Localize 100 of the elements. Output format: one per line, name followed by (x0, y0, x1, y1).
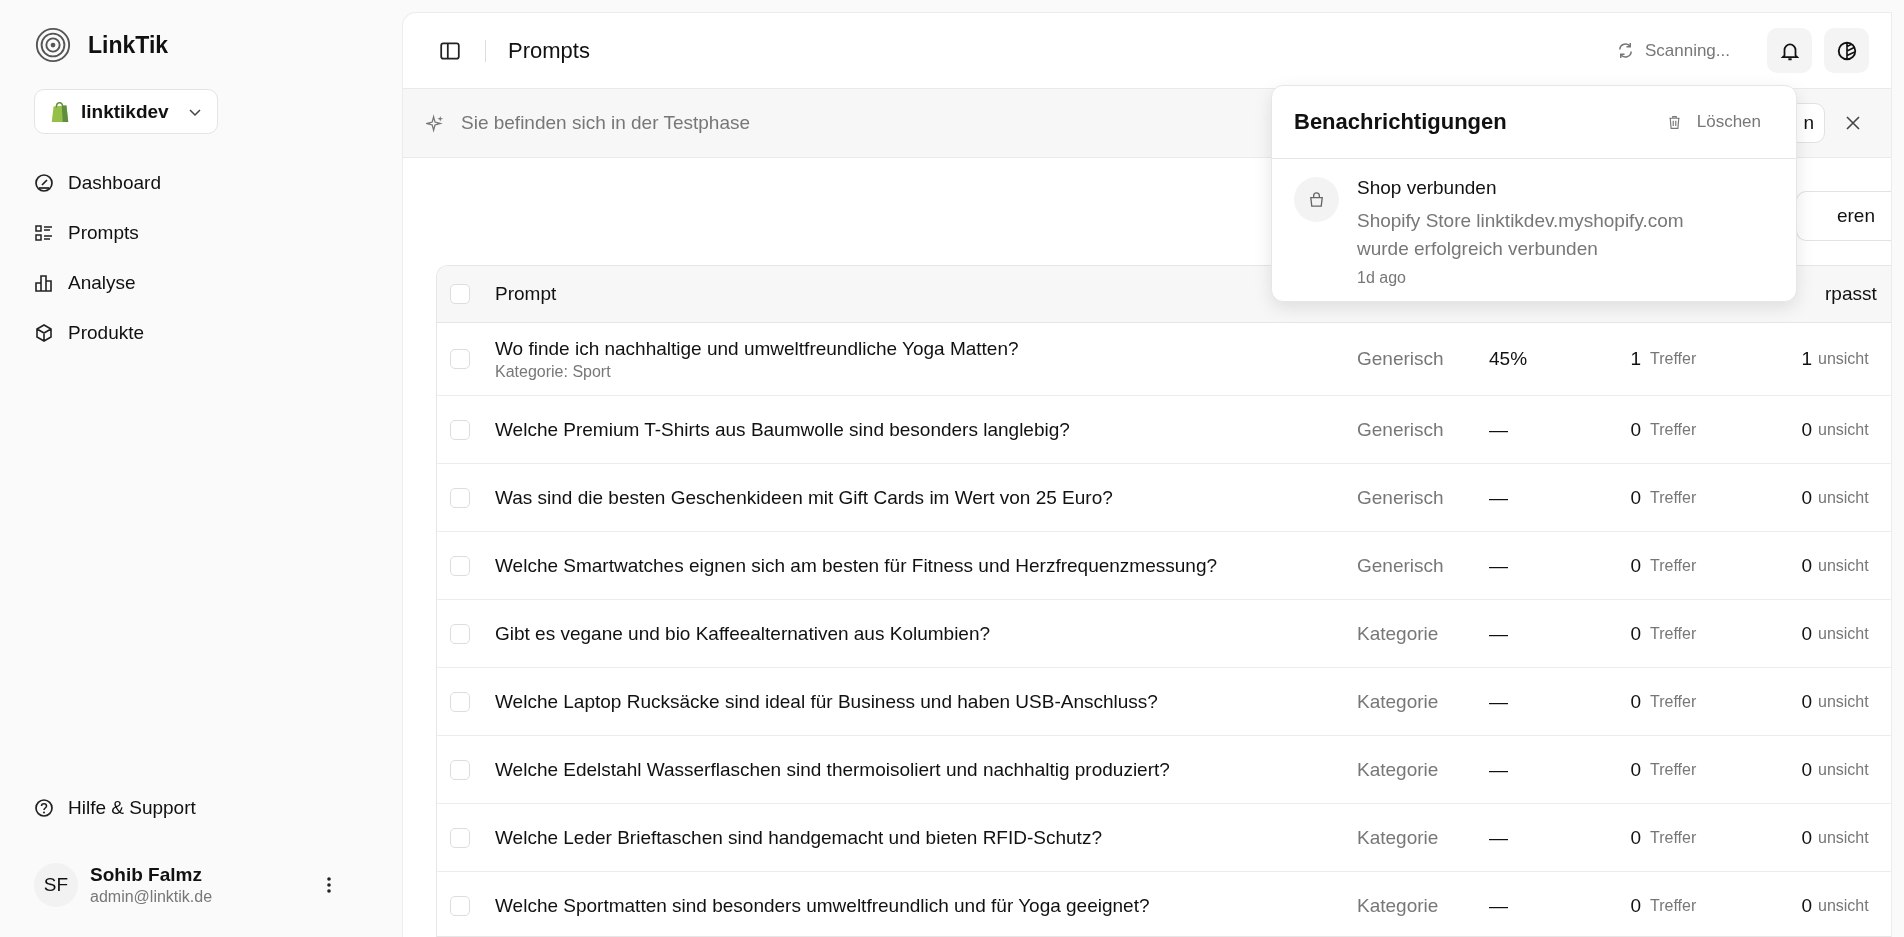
column-header[interactable]: Prompt (495, 283, 557, 305)
prompt-text: Welche Smartwatches eignen sich am besten für Fitness und Herzfrequenzmessung? (495, 554, 1218, 577)
score-cell-text: — (1489, 554, 1509, 577)
prompt-text: Welche Leder Brieftaschen sind handgemacht und bieten RFID-Schutz? (495, 826, 1103, 849)
missed-count: 1 (1800, 348, 1812, 370)
logo-icon (34, 26, 72, 64)
missed-count: 0 (1800, 622, 1812, 645)
missed-label: unsicht (1818, 692, 1869, 711)
bar-chart-icon (34, 273, 54, 293)
row-checkbox[interactable] (450, 691, 470, 712)
score-cell-text: — (1489, 622, 1509, 645)
missed-count: 0 (1800, 554, 1812, 577)
user-email: admin@linktik.de (90, 888, 214, 906)
type-cell-text: Kategorie (1357, 622, 1440, 645)
score-cell-text: — (1489, 418, 1509, 441)
hits-count: 0 (1629, 690, 1641, 713)
popover-title: Benachrichtigungen (1294, 109, 1507, 135)
missed-label: unsicht (1818, 828, 1869, 847)
hits-count: 0 (1629, 758, 1641, 781)
hits-count: 0 (1629, 418, 1641, 441)
type-cell-text: Generisch (1357, 348, 1445, 370)
action-button[interactable]: eren (1795, 191, 1891, 241)
type-cell-text: Generisch (1357, 486, 1445, 509)
type-cell-text: Kategorie (1357, 894, 1440, 917)
missed-label: unsicht (1818, 350, 1869, 368)
help-link[interactable]: Hilfe & Support (34, 783, 366, 833)
brand-name: LinkTik (88, 31, 169, 59)
prompt-text: Gibt es vegane und bio Kaffeealternativen aus Kolumbien? (495, 622, 992, 645)
notifications-button[interactable] (1767, 28, 1812, 73)
missed-label: unsicht (1818, 420, 1869, 439)
hits-label: Treffer (1650, 350, 1698, 368)
nav-item[interactable]: Analyse (34, 258, 366, 308)
prompt-text: Welche Edelstahl Wasserflaschen sind thermoisoliert und nachhaltig produziert? (495, 758, 1171, 781)
score-cell-text: — (1489, 758, 1509, 781)
scan-status: Scanning... (1644, 40, 1730, 61)
store-selector[interactable]: linktikdev (34, 89, 218, 134)
nav-item[interactable]: Dashboard (34, 158, 366, 208)
user-name: Sohib Falmz (90, 864, 203, 886)
trial-notice: Sie befinden sich in der Testphase (461, 112, 751, 134)
row-checkbox[interactable] (450, 895, 470, 916)
notification-time: 1d ago (1357, 269, 1407, 287)
prompt-text: Welche Sportmatten sind besonders umweltfreundlich und für Yoga geeignet? (495, 894, 1151, 917)
missed-label: unsicht (1818, 760, 1869, 779)
prompt-text: Wo finde ich nachhaltige und umweltfreundliche Yoga Matten? (495, 337, 1020, 360)
hits-label: Treffer (1650, 828, 1698, 847)
prompt-text: Welche Laptop Rucksäcke sind ideal für Business und haben USB-Anschluss? (495, 690, 1159, 713)
row-checkbox[interactable] (450, 487, 470, 508)
hits-count: 0 (1629, 826, 1641, 849)
row-checkbox[interactable] (450, 349, 470, 369)
contrast-icon (1835, 39, 1858, 62)
row-checkbox[interactable] (450, 419, 470, 440)
box-icon (34, 323, 54, 343)
help-icon (34, 798, 54, 818)
page-title: Prompts (508, 37, 590, 64)
hits-label: Treffer (1650, 556, 1698, 575)
type-cell-text: Kategorie (1357, 758, 1440, 781)
missed-count: 0 (1800, 418, 1812, 441)
notification-text: Shopify Store linktikdev.myshopify.com wurde erfolgreich verbunden (1357, 209, 1685, 261)
hits-label: Treffer (1650, 896, 1698, 915)
missed-label: unsicht (1818, 896, 1869, 915)
missed-label: unsicht (1818, 488, 1869, 507)
clear-button[interactable]: Löschen (1665, 112, 1761, 132)
theme-button[interactable] (1824, 28, 1869, 73)
prompt-text: Was sind die besten Geschenkideen mit Gift Cards im Wert von 25 Euro? (495, 486, 1114, 509)
missed-count: 0 (1800, 826, 1812, 849)
hits-label: Treffer (1650, 420, 1698, 439)
user-avatar: SF (34, 863, 78, 907)
score-cell-text: — (1489, 690, 1509, 713)
row-checkbox[interactable] (450, 827, 470, 848)
hits-count: 0 (1629, 622, 1641, 645)
select-all-checkbox[interactable] (450, 284, 470, 304)
nav-item[interactable]: Produkte (34, 308, 366, 358)
prompt-text: Welche Premium T-Shirts aus Baumwolle sind besonders langlebig? (495, 418, 1071, 441)
shopping-bag-icon (1294, 177, 1339, 222)
row-checkbox[interactable] (450, 623, 470, 644)
hits-count: 0 (1629, 554, 1641, 577)
row-checkbox[interactable] (450, 759, 470, 780)
column-header[interactable]: rpasst (1825, 283, 1891, 305)
missed-label: unsicht (1818, 624, 1869, 643)
sidebar-toggle-icon[interactable] (439, 39, 461, 62)
more-icon[interactable] (326, 875, 332, 895)
missed-count: 0 (1800, 486, 1812, 509)
type-cell-text: Kategorie (1357, 826, 1440, 849)
hits-label: Treffer (1650, 760, 1698, 779)
hits-count: 0 (1629, 486, 1641, 509)
row-checkbox[interactable] (450, 555, 470, 576)
hits-count: 1 (1629, 348, 1641, 370)
type-cell-text: Generisch (1357, 554, 1445, 577)
hits-count: 0 (1629, 894, 1641, 917)
shopping-bag-icon (49, 99, 71, 124)
hits-label: Treffer (1650, 488, 1698, 507)
score-cell-text: — (1489, 826, 1509, 849)
gauge-icon (34, 173, 54, 193)
notification-title: Shop verbunden (1357, 177, 1498, 199)
nav-item[interactable]: Prompts (34, 208, 366, 258)
type-cell-text: Generisch (1357, 418, 1445, 441)
missed-count: 0 (1800, 690, 1812, 713)
sparkle-icon (426, 113, 445, 133)
score-cell-text: — (1489, 486, 1509, 509)
missed-count: 0 (1800, 758, 1812, 781)
